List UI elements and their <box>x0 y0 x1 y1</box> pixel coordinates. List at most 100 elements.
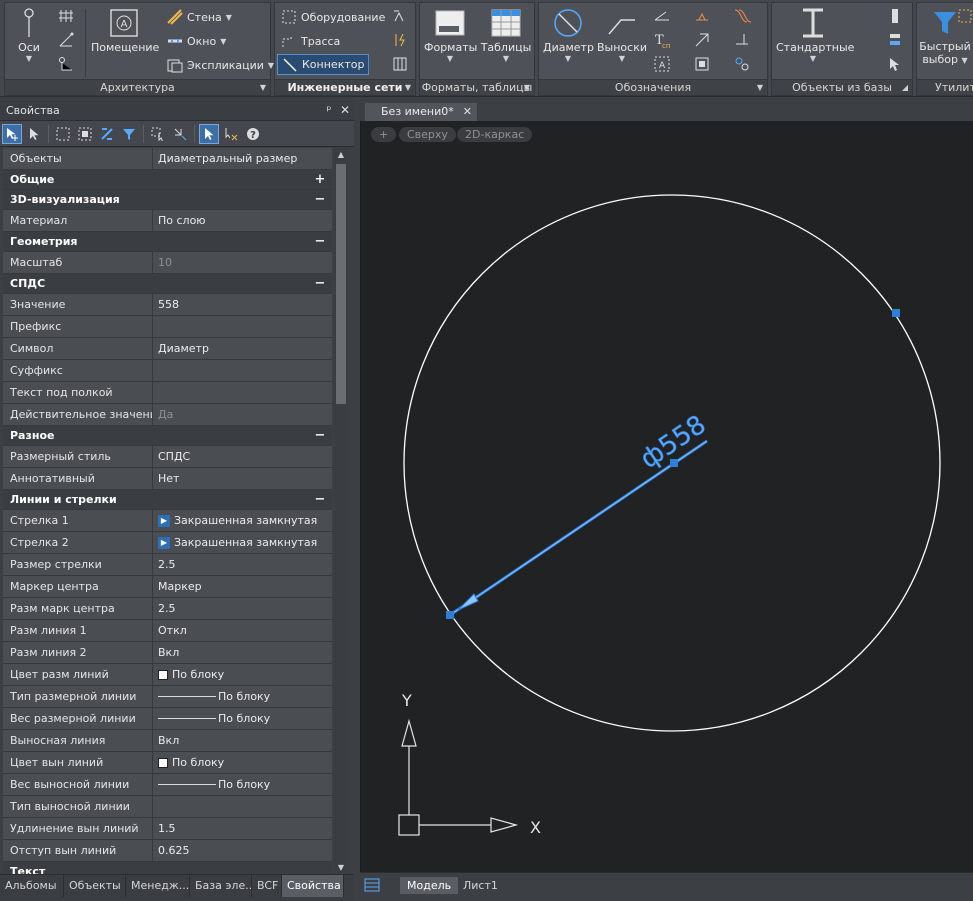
clear-selection-icon[interactable] <box>221 124 241 144</box>
property-row[interactable]: Цвет разм линий По блоку <box>3 664 332 686</box>
property-row[interactable]: Разм линия 1 Откл <box>3 620 332 642</box>
property-value[interactable]: 2.5 <box>153 598 332 619</box>
property-row[interactable]: Тип размерной линии По блоку <box>3 686 332 708</box>
property-row[interactable]: Материал По слою <box>3 210 332 232</box>
property-row[interactable]: Разм линия 2 Вкл <box>3 642 332 664</box>
leaders-button[interactable]: Выноски ▼ <box>597 7 647 63</box>
add-selection-icon[interactable] <box>2 123 22 144</box>
deselect-icon[interactable] <box>170 124 190 144</box>
axes-button[interactable]: Оси ▼ <box>11 7 47 63</box>
property-value[interactable]: ▶ Закрашенная замкнутая <box>153 532 332 553</box>
tables-button[interactable]: Таблицы ▼ <box>480 7 532 63</box>
dimension-angle-icon[interactable] <box>653 7 671 25</box>
property-row[interactable]: Суффикс <box>3 360 332 382</box>
property-row[interactable]: Вес размерной линии По блоку <box>3 708 332 730</box>
category-toggle-icon[interactable]: − <box>308 426 332 445</box>
window-button[interactable]: Окно ▼ <box>167 31 226 51</box>
diameter-button[interactable]: Диаметр ▼ <box>543 7 594 63</box>
panel-tab[interactable]: Менедж... <box>126 875 190 897</box>
property-row[interactable]: Действительное значение Да <box>3 404 332 426</box>
category-row[interactable]: СПДС − <box>3 274 332 294</box>
axis-grid-icon[interactable] <box>57 7 75 25</box>
property-value[interactable]: Нет <box>153 468 332 489</box>
category-toggle-icon[interactable]: − <box>308 274 332 293</box>
axis-angle-icon[interactable] <box>57 31 75 49</box>
property-value[interactable]: Диаметральный размер <box>153 148 332 169</box>
scroll-thumb[interactable] <box>336 164 346 404</box>
property-value[interactable]: Диаметр <box>153 338 332 359</box>
scroll-up-icon[interactable]: ▲ <box>334 148 348 162</box>
category-toggle-icon[interactable]: + <box>308 170 332 189</box>
category-row[interactable]: Разное − <box>3 426 332 446</box>
select-window-icon[interactable] <box>53 124 73 144</box>
panel-tab[interactable]: Свойства <box>282 875 344 897</box>
pin-icon[interactable]: ᵖ <box>322 103 336 117</box>
panel-title-utilities[interactable]: Утилит <box>917 79 973 95</box>
property-row[interactable]: Размер стрелки 2.5 <box>3 554 332 576</box>
text-frame-icon[interactable]: A <box>653 55 671 73</box>
formats-button[interactable]: Форматы ▼ <box>424 7 477 63</box>
property-value[interactable]: СПДС <box>153 446 332 467</box>
property-value[interactable]: По блоку <box>153 664 332 685</box>
axis-marker-icon[interactable] <box>57 55 75 73</box>
document-tab[interactable]: Без имени0* ✕ <box>365 103 477 121</box>
panel-title-formats[interactable]: Форматы, таблицы ▼ <box>420 79 534 95</box>
property-row[interactable]: Отступ вын линий 0.625 <box>3 840 332 862</box>
property-value[interactable]: 0.625 <box>153 840 332 861</box>
property-value[interactable]: 1.5 <box>153 818 332 839</box>
quick-select-button[interactable]: Быстрый выбор ▼ <box>919 7 971 66</box>
category-toggle-icon[interactable]: − <box>308 190 332 209</box>
help-icon[interactable]: ? <box>243 124 263 144</box>
property-value[interactable]: 558 <box>153 294 332 315</box>
grip-point[interactable] <box>670 459 678 467</box>
property-value[interactable]: Маркер <box>153 576 332 597</box>
drawing-canvas[interactable]: + Сверху 2D-каркас ф558 Y X <box>360 121 973 872</box>
property-row[interactable]: Масштаб 10 <box>3 252 332 274</box>
property-value[interactable]: По блоку <box>153 686 332 707</box>
property-value[interactable]: 2.5 <box>153 554 332 575</box>
panel-tab[interactable]: База эле... <box>190 875 252 897</box>
grip-point[interactable] <box>892 309 900 317</box>
property-row[interactable]: Префикс <box>3 316 332 338</box>
property-row[interactable]: Тип выносной линии <box>3 796 332 818</box>
route-panel-icon[interactable] <box>391 55 409 73</box>
category-row[interactable]: 3D-визуализация − <box>3 190 332 210</box>
panel-tab[interactable]: Объекты <box>64 875 126 897</box>
select-all-icon[interactable] <box>75 124 95 144</box>
scroll-down-icon[interactable]: ▼ <box>334 861 348 875</box>
route-button[interactable]: Трасса <box>281 31 340 51</box>
select-pointer-icon[interactable] <box>24 124 44 144</box>
property-value[interactable]: По блоку <box>153 774 332 795</box>
grip-point[interactable] <box>446 611 454 619</box>
property-row[interactable]: Значение 558 <box>3 294 332 316</box>
properties-scrollbar[interactable]: ▲ ▼ <box>334 148 348 875</box>
category-row[interactable]: Геометрия − <box>3 232 332 252</box>
property-row[interactable]: Маркер центра Маркер <box>3 576 332 598</box>
category-toggle-icon[interactable]: − <box>308 232 332 251</box>
panel-title-notations[interactable]: Обозначения ▼ <box>539 79 767 95</box>
room-button[interactable]: A Помещение <box>91 7 159 54</box>
property-row[interactable]: Объекты Диаметральный размер <box>3 148 332 170</box>
property-value[interactable]: ▶ Закрашенная замкнутая <box>153 510 332 531</box>
hatch-icon[interactable] <box>693 55 711 73</box>
base-stack-icon[interactable] <box>886 31 904 49</box>
property-value[interactable]: Да <box>153 404 332 425</box>
property-row[interactable]: Текст под полкой <box>3 382 332 404</box>
route-power-icon[interactable] <box>391 31 409 49</box>
property-row[interactable]: Стрелка 1 ▶ Закрашенная замкнутая <box>3 510 332 532</box>
property-value[interactable]: Вкл <box>153 642 332 663</box>
property-value[interactable]: По блоку <box>153 752 332 773</box>
property-value[interactable]: Откл <box>153 620 332 641</box>
break-line-icon[interactable] <box>733 7 751 25</box>
wall-button[interactable]: Стена ▼ <box>167 7 232 27</box>
route-edit-icon[interactable] <box>391 7 409 25</box>
layout-menu-icon[interactable] <box>364 877 380 893</box>
panel-title-base-objects[interactable]: Объекты из базы ◢ <box>772 79 912 95</box>
explication-button[interactable]: Экспликации ▼ <box>167 55 274 75</box>
equipment-button[interactable]: Оборудование <box>281 7 385 27</box>
panel-title-engineering[interactable]: Инженерные сети ▼ <box>275 79 415 95</box>
panel-tab[interactable]: Альбомы <box>0 875 64 897</box>
property-row[interactable]: Разм марк центра 2.5 <box>3 598 332 620</box>
property-value[interactable] <box>153 316 332 337</box>
pick-add-icon[interactable] <box>199 123 219 144</box>
